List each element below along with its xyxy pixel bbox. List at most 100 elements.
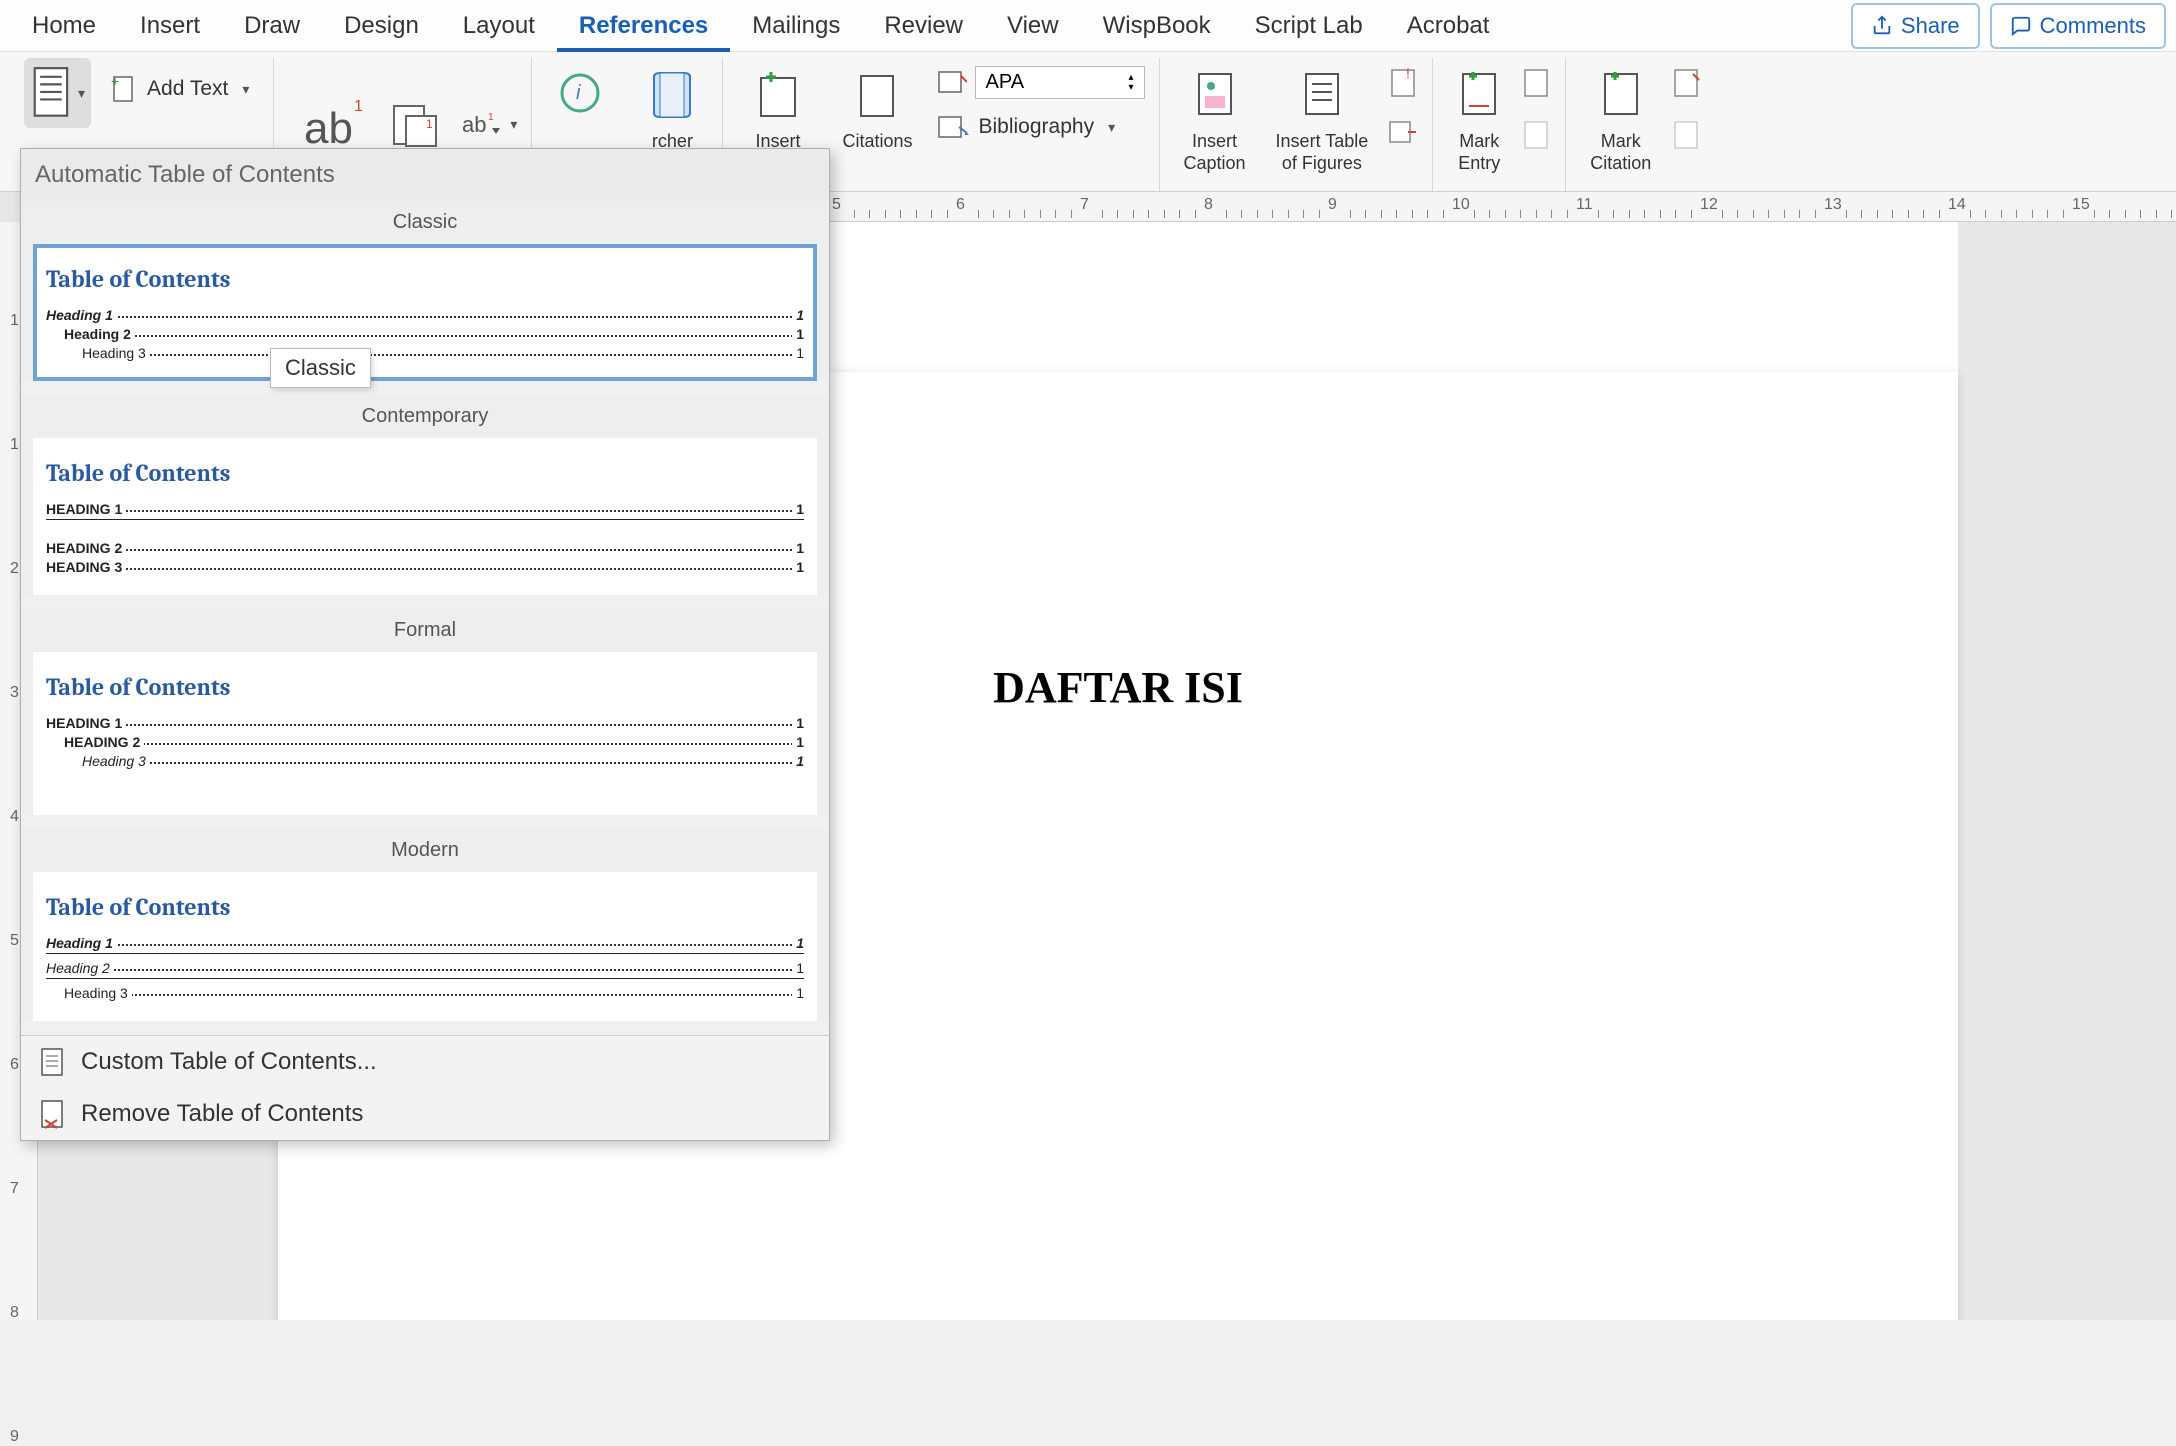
toc-line-text: Heading 2	[64, 326, 135, 342]
toc-preview-contemporary[interactable]: Table of Contents HEADING 11 HEADING 21 …	[33, 438, 817, 595]
toc-panel-footer: Custom Table of Contents... Remove Table…	[21, 1035, 829, 1140]
toc-preview-formal[interactable]: Table of Contents HEADING 11 HEADING 21 …	[33, 652, 817, 815]
mark-citation-button[interactable]: Mark Citation	[1580, 58, 1661, 178]
update-index-button[interactable]	[1521, 118, 1551, 152]
svg-text:1: 1	[354, 98, 362, 115]
toc-line-page: 1	[792, 307, 804, 323]
toc-preview-title: Table of Contents	[46, 265, 804, 293]
toc-preview-title: Table of Contents	[46, 459, 804, 487]
toc-line-page: 1	[792, 734, 804, 750]
smart-lookup-button[interactable]: i	[546, 58, 618, 132]
svg-text:i: i	[576, 82, 581, 104]
toc-line-text: Heading 1	[46, 935, 117, 951]
tab-acrobat[interactable]: Acrobat	[1385, 0, 1512, 52]
tab-layout[interactable]: Layout	[441, 0, 557, 52]
toc-line-page: 1	[792, 540, 804, 556]
citation-style-select[interactable]: APA ▴▾	[975, 66, 1145, 99]
toc-line-page: 1	[792, 501, 804, 517]
chevron-down-icon: ▾	[510, 116, 517, 133]
cross-reference-button[interactable]	[1388, 118, 1418, 146]
svg-text:+: +	[111, 74, 119, 89]
insert-tof-button[interactable]: Insert Table of Figures	[1266, 58, 1379, 178]
next-footnote-button[interactable]: ab1 ▾	[462, 110, 517, 140]
share-icon	[1871, 15, 1893, 37]
tab-mailings[interactable]: Mailings	[730, 0, 862, 52]
toc-panel-header: Automatic Table of Contents	[21, 149, 829, 201]
insert-endnote-button[interactable]: 1	[390, 102, 444, 148]
toc-style-label: Formal	[21, 609, 829, 652]
toc-style-modern: Modern Table of Contents Heading 1 1 Head…	[21, 829, 829, 1021]
insert-caption-label: Insert Caption	[1184, 130, 1246, 174]
mark-entry-label: Mark Entry	[1458, 130, 1500, 174]
citations-button[interactable]: Citations	[832, 58, 922, 156]
mark-citation-label: Mark Citation	[1590, 130, 1651, 174]
add-text-button[interactable]: + Add Text ▾	[101, 68, 259, 110]
tab-review[interactable]: Review	[862, 0, 985, 52]
toc-line-page: 1	[792, 345, 804, 361]
toc-preview-title: Table of Contents	[46, 893, 804, 921]
tab-home[interactable]: Home	[10, 0, 118, 52]
toc-line-text: Heading 2	[46, 960, 114, 976]
toc-line-text: Heading 3	[64, 985, 132, 1001]
toc-line-text: Heading 1	[46, 307, 117, 323]
toc-line-page: 1	[792, 960, 804, 976]
toc-line-page: 1	[792, 985, 804, 1001]
custom-toc-label: Custom Table of Contents...	[81, 1048, 377, 1076]
bibliography-label: Bibliography	[979, 115, 1095, 139]
toc-dropdown-panel: Automatic Table of Contents Classic Tabl…	[20, 148, 830, 1141]
share-button[interactable]: Share	[1851, 3, 1980, 49]
group-toa: Mark Citation	[1566, 58, 1715, 191]
svg-text:ab: ab	[462, 112, 486, 137]
toc-gallery[interactable]: Classic Table of Contents Heading 1 1 Hea…	[21, 201, 829, 1035]
toc-style-contemporary: Contemporary Table of Contents HEADING 1…	[21, 395, 829, 595]
chevron-down-icon: ▾	[1108, 119, 1115, 136]
toc-line-text: HEADING 1	[46, 715, 126, 731]
comment-icon	[2010, 15, 2032, 37]
svg-text:1: 1	[426, 117, 433, 131]
svg-text:ab: ab	[304, 104, 353, 153]
researcher-button[interactable]: rcher	[636, 58, 708, 156]
update-tof-button[interactable]: !	[1388, 66, 1418, 100]
remove-toc-label: Remove Table of Contents	[81, 1100, 363, 1128]
tab-design[interactable]: Design	[322, 0, 441, 52]
share-label: Share	[1901, 13, 1960, 39]
group-captions: Insert Caption Insert Table of Figures !	[1160, 58, 1434, 191]
comments-label: Comments	[2040, 13, 2146, 39]
citation-style-value: APA	[986, 71, 1025, 94]
toc-icon	[30, 66, 74, 120]
toc-style-formal: Formal Table of Contents HEADING 11 HEAD…	[21, 609, 829, 815]
toc-line-text: HEADING 2	[46, 540, 126, 556]
tab-scriptlab[interactable]: Script Lab	[1233, 0, 1385, 52]
add-text-icon: +	[111, 74, 137, 104]
spinner-icon: ▴▾	[1128, 73, 1133, 93]
custom-toc-button[interactable]: Custom Table of Contents...	[21, 1036, 829, 1088]
remove-toc-button[interactable]: Remove Table of Contents	[21, 1088, 829, 1140]
toc-style-label: Classic	[21, 201, 829, 244]
toc-line-text: HEADING 2	[64, 734, 144, 750]
toc-style-classic: Classic Table of Contents Heading 1 1 Hea…	[21, 201, 829, 381]
toc-style-label: Modern	[21, 829, 829, 872]
svg-text:1: 1	[488, 112, 494, 123]
bibliography-button[interactable]: Bibliography ▾	[937, 113, 1145, 141]
mark-entry-button[interactable]: Mark Entry	[1447, 58, 1511, 178]
tab-draw[interactable]: Draw	[222, 0, 322, 52]
update-toa-button[interactable]	[1671, 118, 1701, 152]
tab-wispbook[interactable]: WispBook	[1081, 0, 1233, 52]
toc-line-page: 1	[792, 715, 804, 731]
document-icon	[39, 1046, 67, 1078]
tooltip: Classic	[270, 348, 371, 388]
tab-insert[interactable]: Insert	[118, 0, 222, 52]
insert-caption-button[interactable]: Insert Caption	[1174, 58, 1256, 178]
comments-button[interactable]: Comments	[1990, 3, 2166, 49]
toc-preview-modern[interactable]: Table of Contents Heading 11 Heading 21 …	[33, 872, 817, 1021]
tab-references[interactable]: References	[557, 0, 730, 52]
document-remove-icon	[39, 1098, 67, 1130]
toc-split-button[interactable]: ▾	[24, 58, 91, 128]
toc-preview-classic[interactable]: Table of Contents Heading 11 Heading 21 …	[33, 244, 817, 381]
citations-label: Citations	[842, 130, 912, 152]
chevron-down-icon: ▾	[78, 85, 85, 102]
toc-line-page: 1	[792, 753, 804, 769]
insert-toa-button[interactable]	[1671, 66, 1701, 100]
tab-view[interactable]: View	[985, 0, 1081, 52]
insert-index-button[interactable]	[1521, 66, 1551, 100]
